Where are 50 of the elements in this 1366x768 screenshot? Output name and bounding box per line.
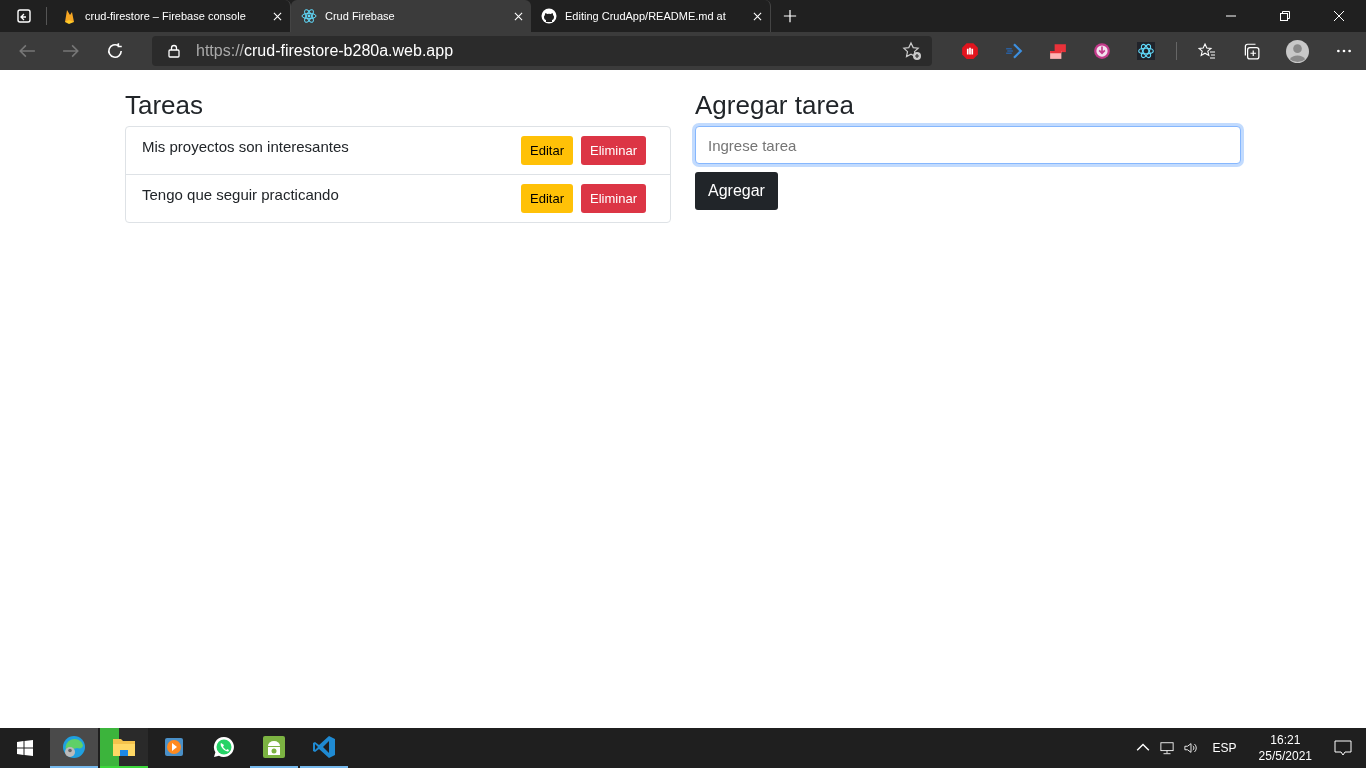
swirl-icon: [62, 735, 86, 759]
edit-button[interactable]: Editar: [521, 184, 574, 214]
back-icon[interactable]: [18, 42, 36, 60]
close-icon[interactable]: [514, 11, 523, 21]
forward-icon[interactable]: [62, 42, 80, 60]
clock-date[interactable]: 25/5/2021: [1258, 748, 1312, 764]
list-heading: Tareas: [125, 90, 205, 122]
browser-tab[interactable]: Crud Firebase: [291, 0, 531, 32]
stacked-squares-icon[interactable]: [1049, 42, 1067, 60]
windows-start-icon[interactable]: [17, 740, 33, 756]
close-icon[interactable]: [1334, 11, 1344, 21]
address-bar[interactable]: https://crud-firestore-b280a.web.app: [152, 36, 932, 66]
delete-button[interactable]: Eliminar: [581, 136, 646, 166]
profile-avatar-icon[interactable]: [1286, 39, 1309, 63]
favorites-icon[interactable]: [1198, 42, 1216, 60]
hand-stop-icon[interactable]: [961, 42, 979, 60]
clock-time[interactable]: 16:21: [1270, 732, 1301, 748]
play-icon: [162, 735, 186, 759]
notification-icon[interactable]: [1334, 740, 1352, 756]
download-icon[interactable]: [1093, 42, 1111, 60]
tab-title: crud-firestore – Firebase console: [85, 10, 247, 22]
octocat-icon: [541, 8, 557, 24]
tab-actions-icon[interactable]: [16, 8, 32, 24]
restore-icon[interactable]: [1280, 11, 1290, 21]
language-indicator[interactable]: ESP: [1212, 741, 1237, 755]
favorite-add-icon[interactable]: [902, 41, 922, 61]
close-icon[interactable]: [273, 11, 282, 21]
refresh-icon[interactable]: [106, 42, 124, 60]
form-heading: Agregar tarea: [695, 90, 855, 122]
code-editor-icon: [312, 735, 336, 759]
network-icon[interactable]: [1159, 741, 1174, 755]
collections-icon[interactable]: [1242, 42, 1260, 60]
lock-icon: [168, 44, 180, 58]
taskbar-app[interactable]: [100, 728, 148, 768]
tab-title: Editing CrudApp/README.md at: [565, 10, 727, 22]
atom-icon: [301, 8, 317, 24]
tab-title: Crud Firebase: [325, 10, 396, 22]
edit-button[interactable]: Editar: [521, 136, 574, 166]
atom-icon[interactable]: [1137, 42, 1155, 60]
new-tab-icon[interactable]: [783, 9, 797, 23]
task-text: Tengo que seguir practicando: [142, 186, 340, 204]
arrow-icon[interactable]: [1005, 42, 1023, 60]
phone-bubble-icon: [212, 735, 236, 759]
task-text: Mis proyectos son interesantes: [142, 138, 350, 156]
add-button[interactable]: Agregar: [695, 172, 778, 211]
delete-button[interactable]: Eliminar: [581, 184, 646, 214]
task-input[interactable]: Ingrese tarea: [695, 126, 1241, 165]
close-icon[interactable]: [753, 11, 762, 21]
volume-icon[interactable]: [1183, 741, 1198, 755]
url-text: https://crud-firestore-b280a.web.app: [196, 42, 454, 60]
